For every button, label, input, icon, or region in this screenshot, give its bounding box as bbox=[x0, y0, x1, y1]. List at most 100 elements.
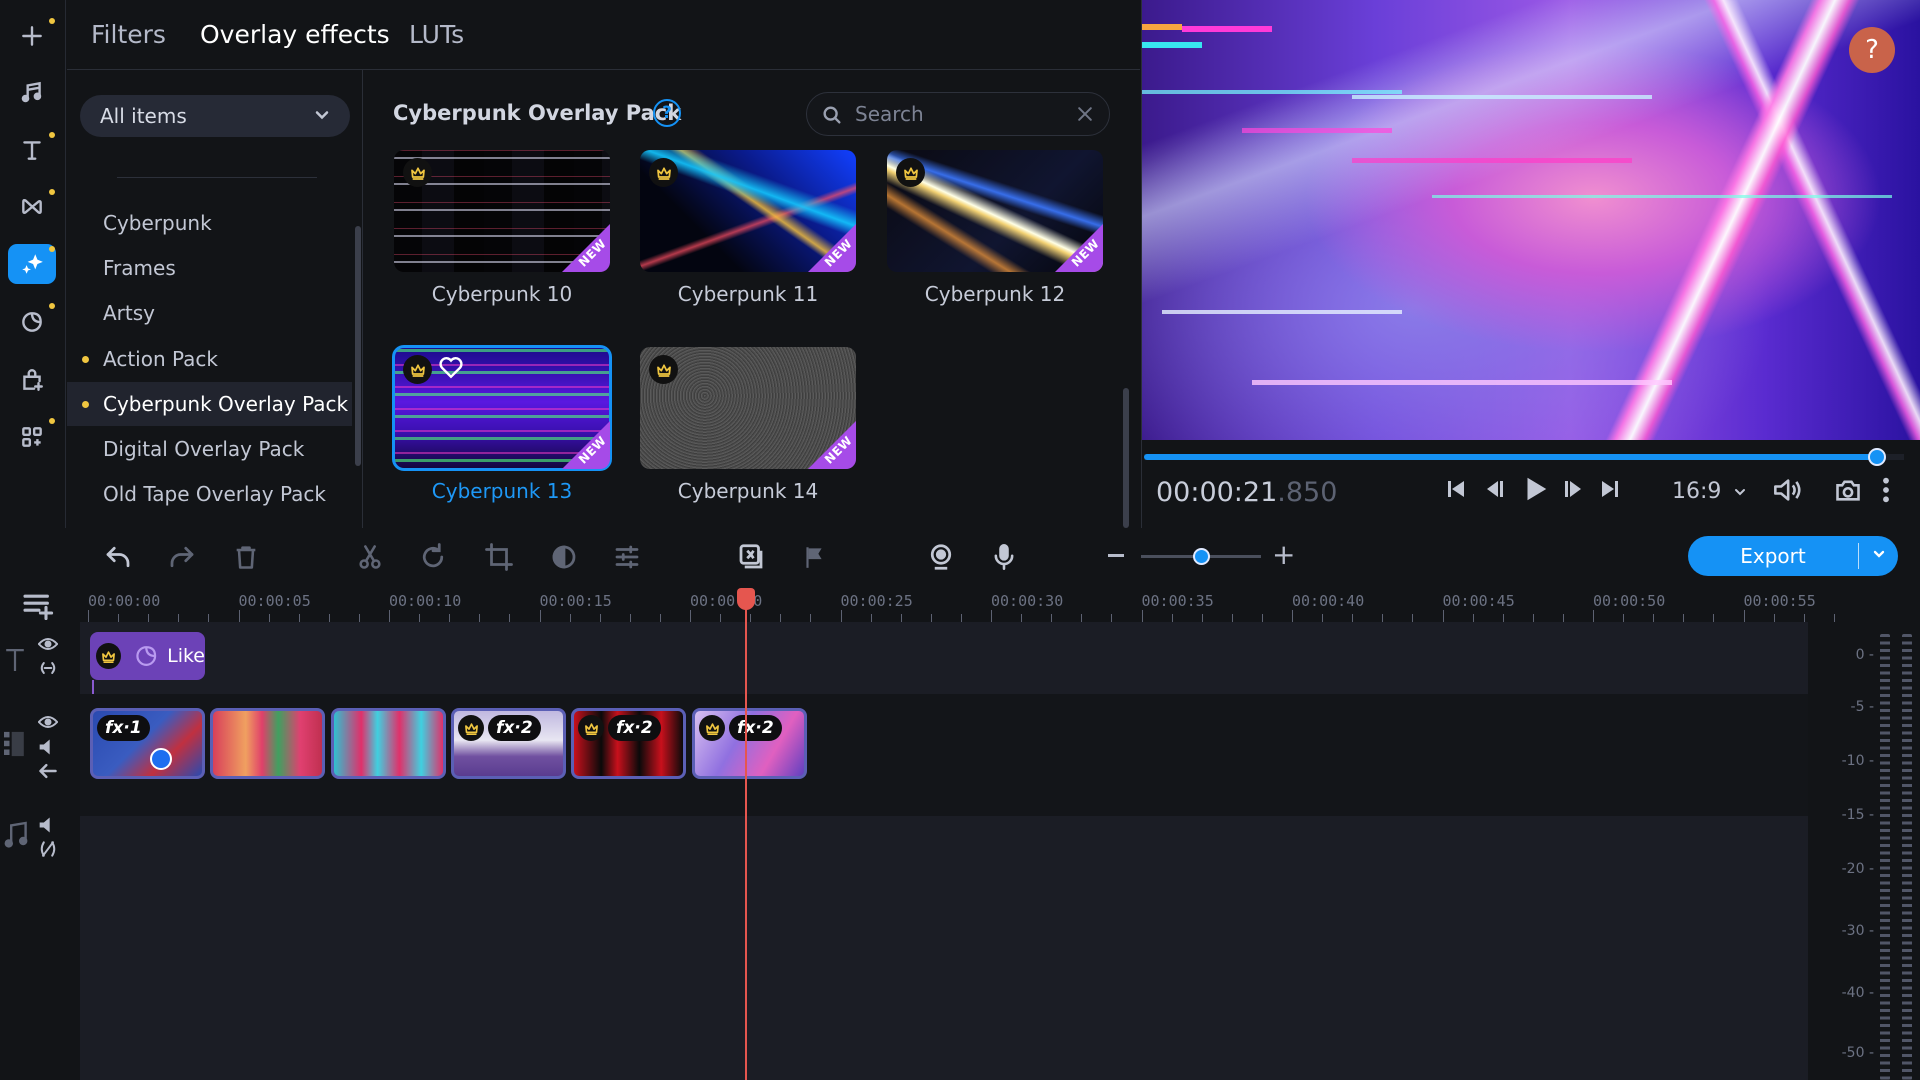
category-item-cyberpunk-overlay-pack[interactable]: Cyberpunk Overlay Pack bbox=[67, 382, 352, 426]
category-scrollbar[interactable] bbox=[355, 226, 361, 466]
visibility-eye-icon[interactable] bbox=[38, 714, 58, 730]
rail-store-button[interactable] bbox=[8, 360, 56, 400]
tab-luts[interactable]: LUTs bbox=[409, 20, 464, 49]
ruler-tick bbox=[690, 610, 691, 622]
title-clip[interactable]: Like bbox=[90, 632, 205, 680]
add-track-icon[interactable] bbox=[22, 592, 56, 620]
ruler-tick bbox=[870, 614, 872, 622]
more-options-icon[interactable] bbox=[1879, 476, 1893, 504]
tab-overlay-effects[interactable]: Overlay effects bbox=[200, 20, 390, 49]
ruler-tick bbox=[659, 614, 661, 622]
ruler-label: 00:00:55 bbox=[1743, 592, 1816, 610]
video-preview[interactable] bbox=[1141, 0, 1920, 440]
unlink-icon[interactable] bbox=[38, 840, 58, 858]
snapshot-camera-icon[interactable] bbox=[1834, 476, 1862, 504]
marker-flag-icon[interactable] bbox=[801, 542, 827, 572]
track-headers bbox=[0, 584, 80, 1080]
aspect-ratio-select[interactable]: 16:9 bbox=[1672, 479, 1748, 504]
webcam-record-icon[interactable] bbox=[926, 542, 956, 572]
ruler-tick bbox=[1472, 614, 1474, 622]
visibility-eye-icon[interactable] bbox=[38, 636, 58, 652]
export-button[interactable]: Export bbox=[1688, 536, 1898, 576]
ruler-label: 00:00:25 bbox=[840, 592, 913, 610]
scrub-bar[interactable] bbox=[1144, 448, 1904, 466]
glitch-artifact bbox=[1162, 310, 1402, 314]
color-adjust-icon[interactable] bbox=[549, 542, 579, 572]
category-select[interactable]: All items bbox=[80, 95, 350, 137]
clear-search-icon[interactable] bbox=[1075, 104, 1095, 124]
timeline-zoom-slider[interactable] bbox=[1141, 548, 1261, 565]
effect-card-cyberpunk-10[interactable]: NEW Cyberpunk 10 bbox=[394, 150, 610, 306]
video-clip[interactable] bbox=[210, 708, 325, 779]
video-clip[interactable]: fx·1 bbox=[90, 708, 205, 779]
effect-card-cyberpunk-13[interactable]: NEW Cyberpunk 13 bbox=[392, 345, 612, 503]
video-clip[interactable]: fx·2 bbox=[451, 708, 566, 779]
timeline-zoom-handle[interactable] bbox=[1193, 548, 1210, 565]
next-frame-icon[interactable] bbox=[1561, 476, 1585, 502]
clip-properties-icon[interactable] bbox=[612, 542, 642, 572]
playhead-line[interactable] bbox=[745, 588, 747, 1080]
delete-trash-icon[interactable] bbox=[232, 542, 260, 572]
arrow-left-icon[interactable] bbox=[38, 762, 58, 780]
tab-filters[interactable]: Filters bbox=[91, 20, 166, 49]
ruler-tick bbox=[148, 614, 150, 622]
undo-icon[interactable] bbox=[102, 542, 134, 572]
effect-name: Cyberpunk 10 bbox=[431, 282, 573, 306]
track-volume-icon[interactable] bbox=[38, 738, 58, 756]
help-button[interactable]: ? bbox=[1849, 27, 1895, 73]
meter-label: -40 - bbox=[1841, 985, 1874, 1001]
effect-card-cyberpunk-12[interactable]: NEW Cyberpunk 12 bbox=[887, 150, 1103, 306]
volume-icon[interactable] bbox=[1771, 476, 1803, 504]
category-item-action-pack[interactable]: Action Pack bbox=[67, 337, 352, 381]
ruler-tick bbox=[780, 614, 782, 622]
link-icon[interactable] bbox=[38, 660, 58, 676]
skip-to-end-icon[interactable] bbox=[1598, 476, 1622, 502]
scrub-handle[interactable] bbox=[1868, 448, 1887, 466]
split-scissors-icon[interactable] bbox=[356, 542, 384, 572]
help-icon[interactable]: ? bbox=[653, 99, 681, 127]
category-item-artsy[interactable]: Artsy bbox=[67, 291, 352, 335]
rail-music-button[interactable] bbox=[8, 72, 56, 112]
category-label: Action Pack bbox=[103, 347, 218, 371]
effect-card-cyberpunk-14[interactable]: NEW Cyberpunk 14 bbox=[640, 347, 856, 503]
search-input[interactable] bbox=[855, 102, 1055, 126]
text-icon bbox=[23, 141, 41, 160]
video-clip[interactable]: fx·2 bbox=[692, 708, 807, 779]
crop-icon[interactable] bbox=[484, 542, 514, 572]
category-label: Old Tape Overlay Pack bbox=[103, 482, 326, 506]
microphone-record-icon[interactable] bbox=[990, 542, 1018, 572]
skip-to-start-icon[interactable] bbox=[1444, 476, 1468, 502]
playhead-handle[interactable] bbox=[737, 588, 755, 610]
category-item-digital-overlay-pack[interactable]: Digital Overlay Pack bbox=[67, 427, 352, 471]
effect-card-cyberpunk-11[interactable]: NEW Cyberpunk 11 bbox=[640, 150, 856, 306]
overlay-transition-icon[interactable] bbox=[736, 542, 766, 572]
ruler-tick bbox=[1833, 614, 1835, 622]
title-clip-label: Like bbox=[167, 645, 205, 667]
play-icon[interactable] bbox=[1520, 473, 1550, 505]
effect-name: Cyberpunk 11 bbox=[677, 282, 819, 306]
zoom-out-button[interactable] bbox=[1108, 554, 1124, 557]
category-item-frames[interactable]: Frames bbox=[67, 246, 352, 290]
ruler-tick bbox=[1442, 610, 1444, 622]
rotate-icon[interactable] bbox=[418, 542, 448, 572]
export-options-dropdown[interactable] bbox=[1859, 546, 1898, 566]
category-item-cyberpunk[interactable]: Cyberpunk bbox=[67, 201, 352, 245]
track-volume-icon[interactable] bbox=[38, 816, 58, 834]
previous-frame-icon[interactable] bbox=[1483, 476, 1507, 502]
grid-scrollbar[interactable] bbox=[1123, 388, 1129, 528]
ruler-tick bbox=[1231, 614, 1233, 622]
premium-crown-icon bbox=[896, 158, 925, 187]
favorite-heart-icon[interactable] bbox=[438, 355, 464, 379]
effect-name: Cyberpunk 12 bbox=[924, 282, 1066, 306]
search-field[interactable] bbox=[806, 92, 1110, 136]
new-dot bbox=[49, 18, 55, 24]
redo-icon[interactable] bbox=[166, 542, 198, 572]
ruler-tick bbox=[328, 614, 330, 622]
category-item-old-tape-overlay-pack[interactable]: Old Tape Overlay Pack bbox=[67, 472, 352, 516]
timeline-ruler[interactable]: 00:00:00 00:00:05 00:00:10 00:00:15 00:00:20… bbox=[80, 584, 1835, 622]
video-clip[interactable]: fx·2 bbox=[571, 708, 686, 779]
ruler-tick bbox=[840, 610, 842, 622]
zoom-in-button[interactable]: + bbox=[1272, 541, 1295, 569]
fx-badge: fx·2 bbox=[608, 715, 661, 741]
video-clip[interactable] bbox=[331, 708, 446, 779]
